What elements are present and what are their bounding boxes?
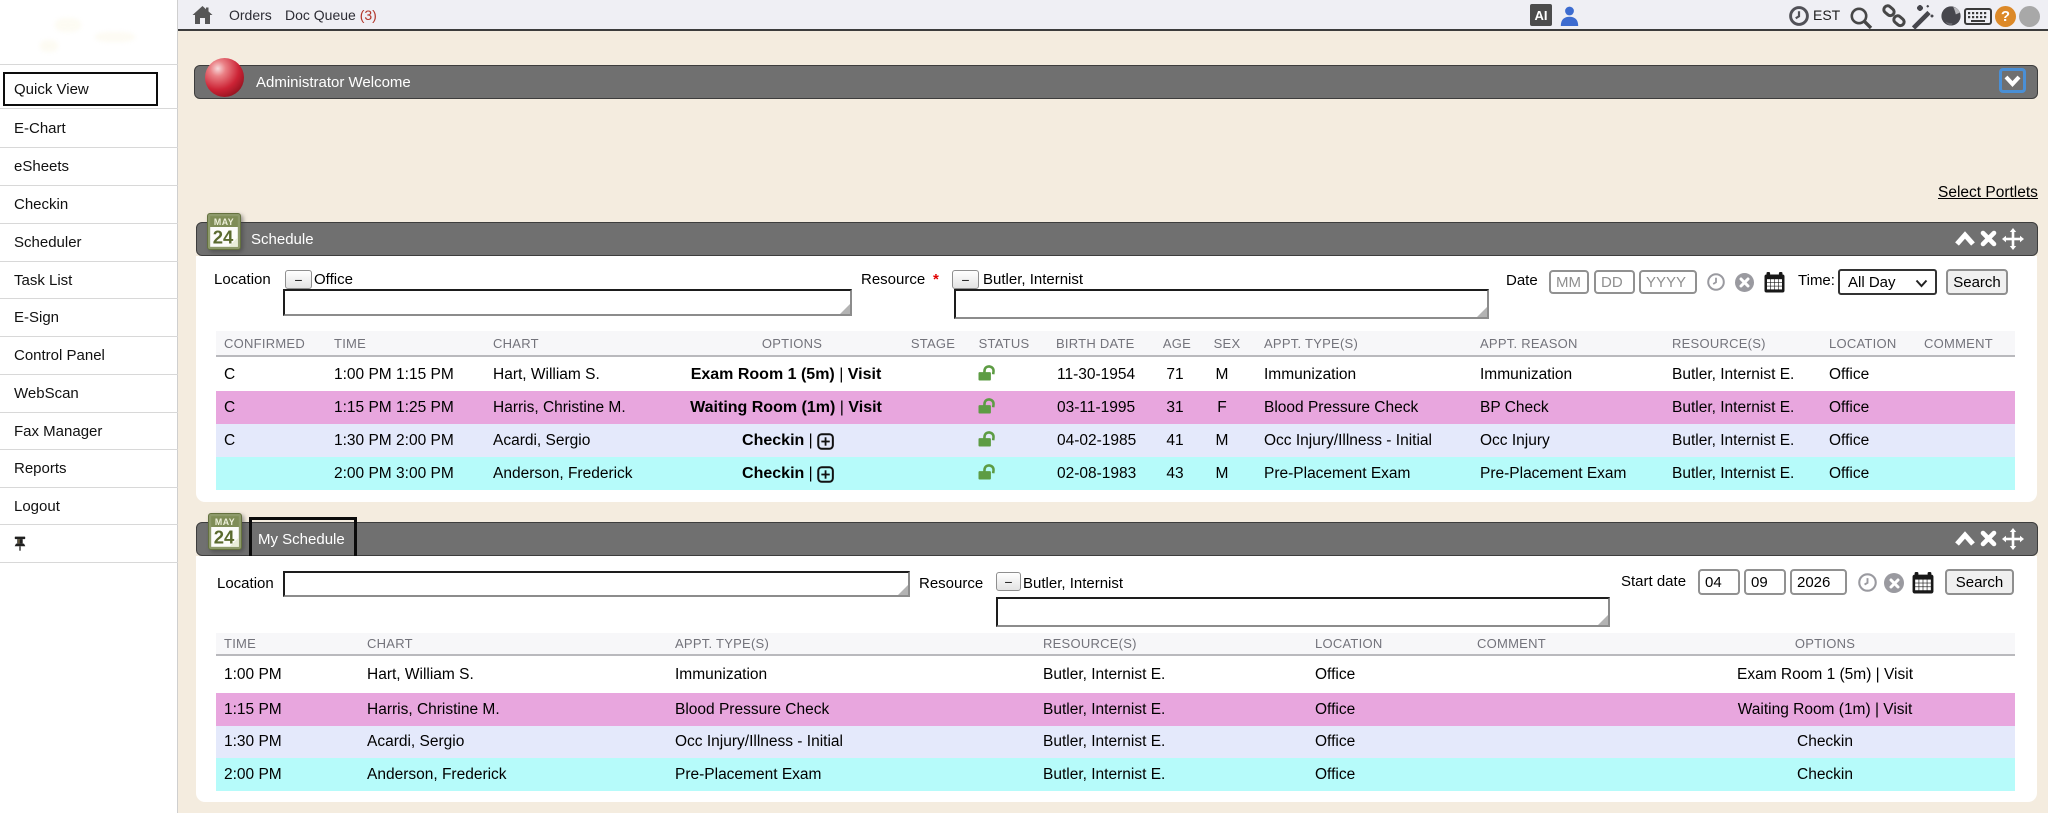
svg-text:MAY: MAY [215, 517, 235, 527]
svg-text:24: 24 [213, 227, 234, 248]
svg-text:MAY: MAY [214, 217, 234, 227]
svg-text:24: 24 [214, 527, 235, 548]
